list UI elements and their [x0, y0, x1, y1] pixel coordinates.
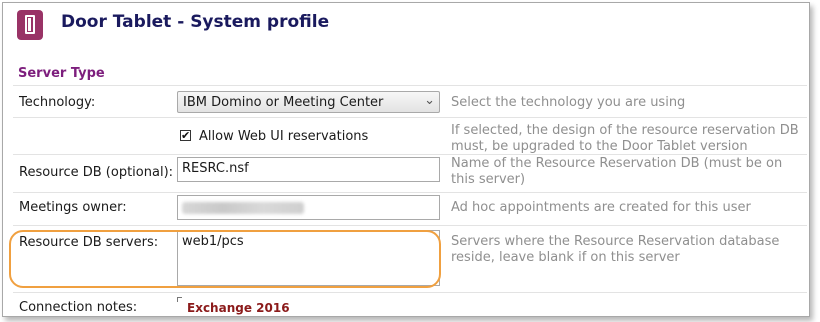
technology-help: Select the technology you are using	[451, 95, 686, 110]
meetings-owner-label: Meetings owner:	[19, 200, 127, 215]
system-profile-window: Door Tablet - System profile Server Type…	[2, 2, 810, 317]
resource-db-servers-help: Servers where the Resource Reservation d…	[451, 234, 780, 265]
row-divider	[13, 225, 807, 226]
web-ui-help: If selected, the design of the resource …	[451, 123, 799, 154]
resource-db-input[interactable]: RESRC.nsf	[177, 157, 440, 182]
allow-web-ui-label[interactable]: Allow Web UI reservations	[199, 129, 368, 144]
meetings-owner-help: Ad hoc appointments are created for this…	[451, 200, 751, 215]
redacted-value	[182, 202, 304, 214]
row-divider	[13, 192, 807, 193]
chevron-down-icon: ⌄	[424, 93, 435, 108]
row-divider	[13, 154, 807, 155]
resource-db-value: RESRC.nsf	[182, 161, 249, 176]
row-divider	[13, 117, 807, 118]
door-icon	[17, 10, 43, 40]
field-marker-icon	[177, 297, 182, 302]
meetings-owner-input[interactable]	[177, 195, 440, 220]
page-title: Door Tablet - System profile	[61, 12, 330, 32]
resource-db-label: Resource DB (optional):	[19, 165, 174, 180]
highlight-outline	[9, 230, 441, 288]
technology-selected-value: IBM Domino or Meeting Center	[183, 95, 384, 110]
row-divider	[13, 292, 807, 293]
resource-db-help: Name of the Resource Reservation DB (mus…	[451, 156, 783, 187]
allow-web-ui-checkbox[interactable]: ✔	[180, 130, 191, 141]
connection-notes-value[interactable]: Exchange 2016	[187, 301, 290, 315]
technology-select[interactable]: IBM Domino or Meeting Center ⌄	[177, 91, 440, 113]
technology-label: Technology:	[19, 95, 96, 110]
row-divider	[13, 85, 807, 86]
connection-notes-label: Connection notes:	[19, 300, 138, 315]
section-title-server-type: Server Type	[18, 66, 105, 81]
